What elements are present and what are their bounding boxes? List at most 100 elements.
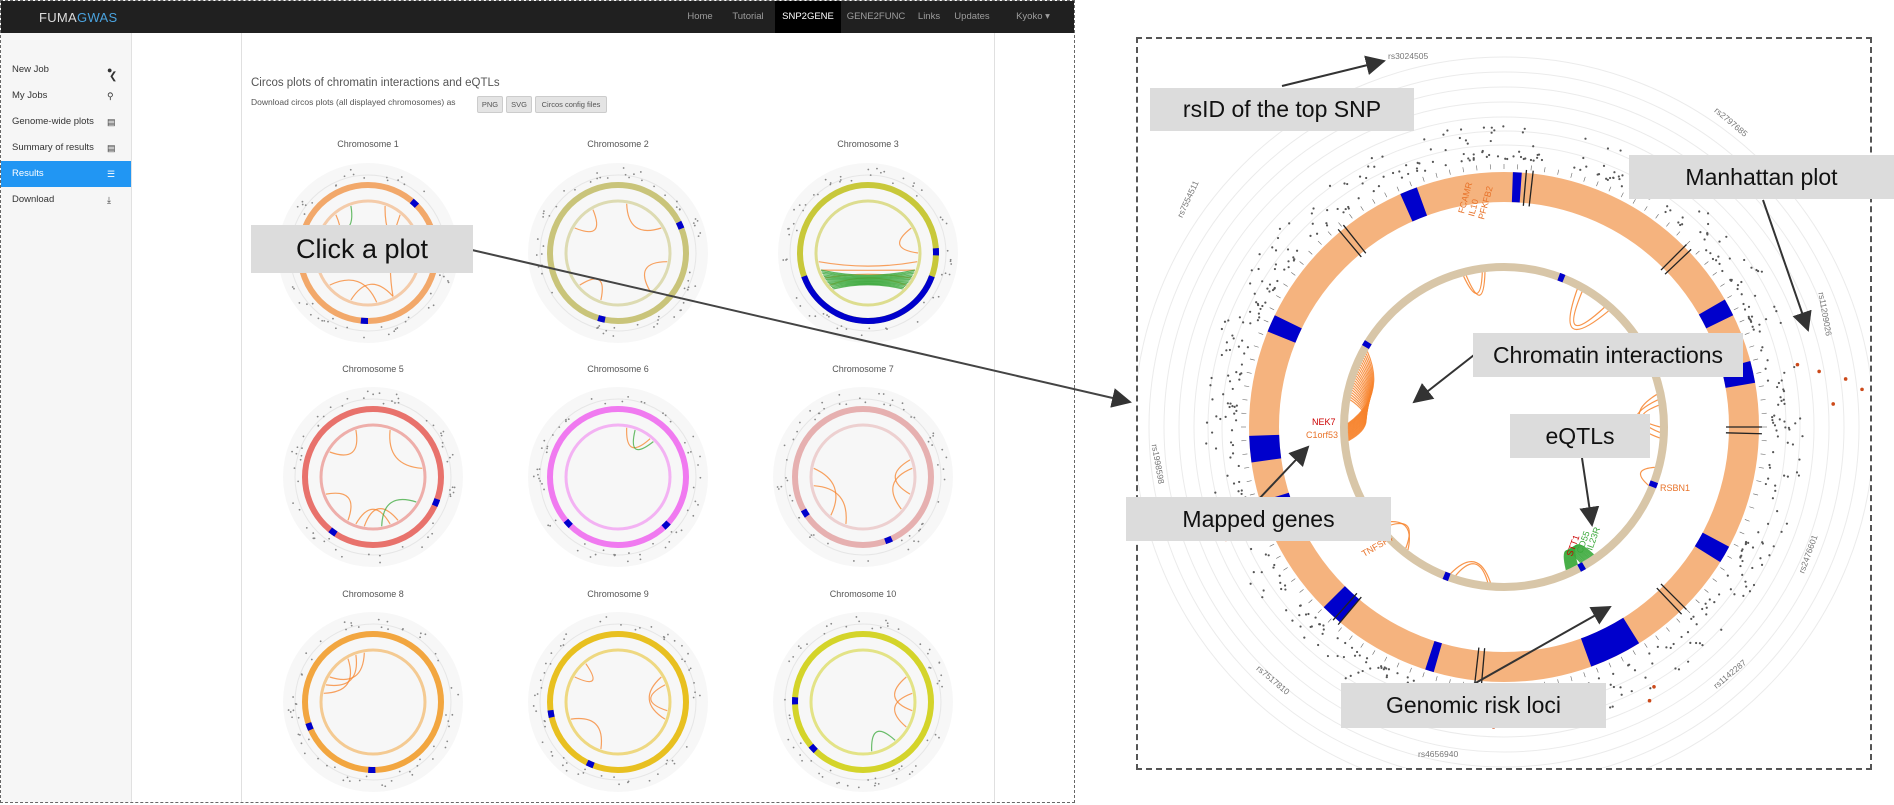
logo-text-accent: GWAS — [77, 10, 118, 25]
manhattan-point — [543, 488, 545, 491]
manhattan-point — [1242, 321, 1245, 324]
manhattan-point — [1793, 365, 1796, 369]
manhattan-point — [688, 271, 691, 274]
download-svg-button[interactable]: SVG — [506, 96, 532, 113]
circos-plot-chr10[interactable] — [768, 607, 958, 797]
manhattan-point — [453, 486, 456, 489]
axis-tick — [1249, 358, 1255, 361]
sidebar-item-new-job[interactable]: New Job ● — [1, 57, 131, 83]
circos-plot-chr5[interactable] — [278, 382, 468, 572]
manhattan-point — [1755, 268, 1758, 272]
nav-links[interactable]: Links — [911, 1, 947, 33]
manhattan-point — [919, 643, 922, 646]
manhattan-point — [538, 468, 541, 471]
plot-background — [773, 387, 953, 567]
sidebar-item-summary[interactable]: Summary of results ▤ — [1, 135, 131, 161]
nav-updates[interactable]: Updates — [949, 1, 995, 33]
manhattan-point — [293, 287, 295, 290]
axis-tick — [1372, 199, 1376, 204]
sidebar-item-genome-wide-plots[interactable]: Genome-wide plots ▤ — [1, 109, 131, 135]
manhattan-point — [419, 636, 422, 639]
manhattan-point — [1249, 282, 1252, 285]
nav-user-menu[interactable]: Kyoko ▾ — [1001, 1, 1065, 33]
manhattan-point — [1240, 489, 1243, 492]
circos-plot-chr7[interactable] — [768, 382, 958, 572]
manhattan-point — [1267, 554, 1270, 557]
manhattan-point — [885, 619, 887, 622]
manhattan-point — [1726, 574, 1729, 577]
circos-plot-chr3[interactable] — [773, 158, 963, 348]
manhattan-point — [1748, 590, 1752, 593]
manhattan-point — [926, 739, 929, 742]
manhattan-point — [419, 632, 422, 635]
manhattan-point — [908, 534, 911, 537]
manhattan-point — [1777, 403, 1780, 406]
manhattan-point — [1205, 442, 1208, 445]
nav-home[interactable]: Home — [679, 1, 721, 33]
manhattan-point — [1766, 522, 1770, 525]
manhattan-point — [1225, 341, 1228, 344]
manhattan-point — [883, 403, 886, 406]
download-config-button[interactable]: Circos config files — [535, 96, 607, 113]
manhattan-point — [1429, 148, 1432, 151]
nav-snp2gene[interactable]: SNP2GENE — [775, 1, 841, 33]
axis-tick — [1733, 543, 1739, 547]
bar-chart-icon: ▤ — [107, 143, 116, 153]
manhattan-point — [377, 618, 380, 621]
manhattan-point — [397, 179, 400, 181]
sidebar-item-results[interactable]: Results ☰ — [1, 161, 131, 187]
manhattan-point — [1481, 151, 1484, 154]
manhattan-point — [449, 493, 452, 496]
manhattan-point — [927, 652, 929, 655]
manhattan-point — [544, 720, 546, 723]
manhattan-point — [1258, 253, 1261, 256]
manhattan-point — [540, 686, 543, 689]
manhattan-point — [1415, 167, 1419, 170]
manhattan-point — [694, 500, 697, 503]
manhattan-point — [1608, 176, 1612, 180]
sidebar-item-my-jobs[interactable]: My Jobs ⚲ — [1, 83, 131, 109]
manhattan-point — [1370, 157, 1373, 160]
manhattan-point — [1235, 370, 1238, 374]
manhattan-point — [423, 190, 426, 193]
manhattan-point — [1536, 156, 1539, 159]
manhattan-point — [1602, 164, 1606, 167]
manhattan-point — [536, 468, 539, 471]
manhattan-point — [799, 647, 802, 650]
manhattan-point — [1791, 443, 1795, 446]
manhattan-point — [305, 526, 308, 529]
manhattan-point — [1249, 322, 1252, 325]
manhattan-grid-circle — [1221, 144, 1787, 710]
manhattan-point — [409, 770, 411, 773]
manhattan-point — [437, 659, 440, 662]
manhattan-point — [1298, 614, 1301, 617]
axis-tick — [1338, 627, 1342, 632]
manhattan-point — [1585, 165, 1588, 168]
manhattan-point — [818, 772, 821, 775]
circos-plot-chr9[interactable] — [523, 607, 713, 797]
manhattan-point — [1249, 582, 1252, 585]
manhattan-point — [895, 777, 898, 780]
axis-tick — [1384, 656, 1388, 662]
download-png-button[interactable]: PNG — [477, 96, 503, 113]
nav-tutorial[interactable]: Tutorial — [723, 1, 773, 33]
circos-plot-chr2[interactable] — [523, 158, 713, 348]
manhattan-point — [1274, 249, 1278, 252]
manhattan-point — [319, 640, 322, 643]
manhattan-point — [1253, 292, 1256, 295]
manhattan-point — [563, 638, 566, 640]
manhattan-point — [783, 444, 786, 447]
fuma-logo[interactable]: FUMAGWAS — [39, 10, 117, 25]
nav-gene2func[interactable]: GENE2FUNC — [843, 1, 909, 33]
manhattan-point — [1506, 157, 1509, 161]
manhattan-point — [1786, 441, 1789, 444]
sidebar-item-download[interactable]: Download ⤓ — [1, 187, 131, 213]
axis-tick — [1704, 589, 1709, 593]
manhattan-point — [546, 445, 549, 448]
manhattan-point — [1274, 263, 1278, 266]
manhattan-point — [305, 652, 308, 655]
manhattan-point — [1321, 632, 1324, 635]
circos-plot-chr6[interactable] — [523, 382, 713, 572]
manhattan-point — [427, 536, 429, 539]
circos-plot-chr8[interactable] — [278, 607, 468, 797]
